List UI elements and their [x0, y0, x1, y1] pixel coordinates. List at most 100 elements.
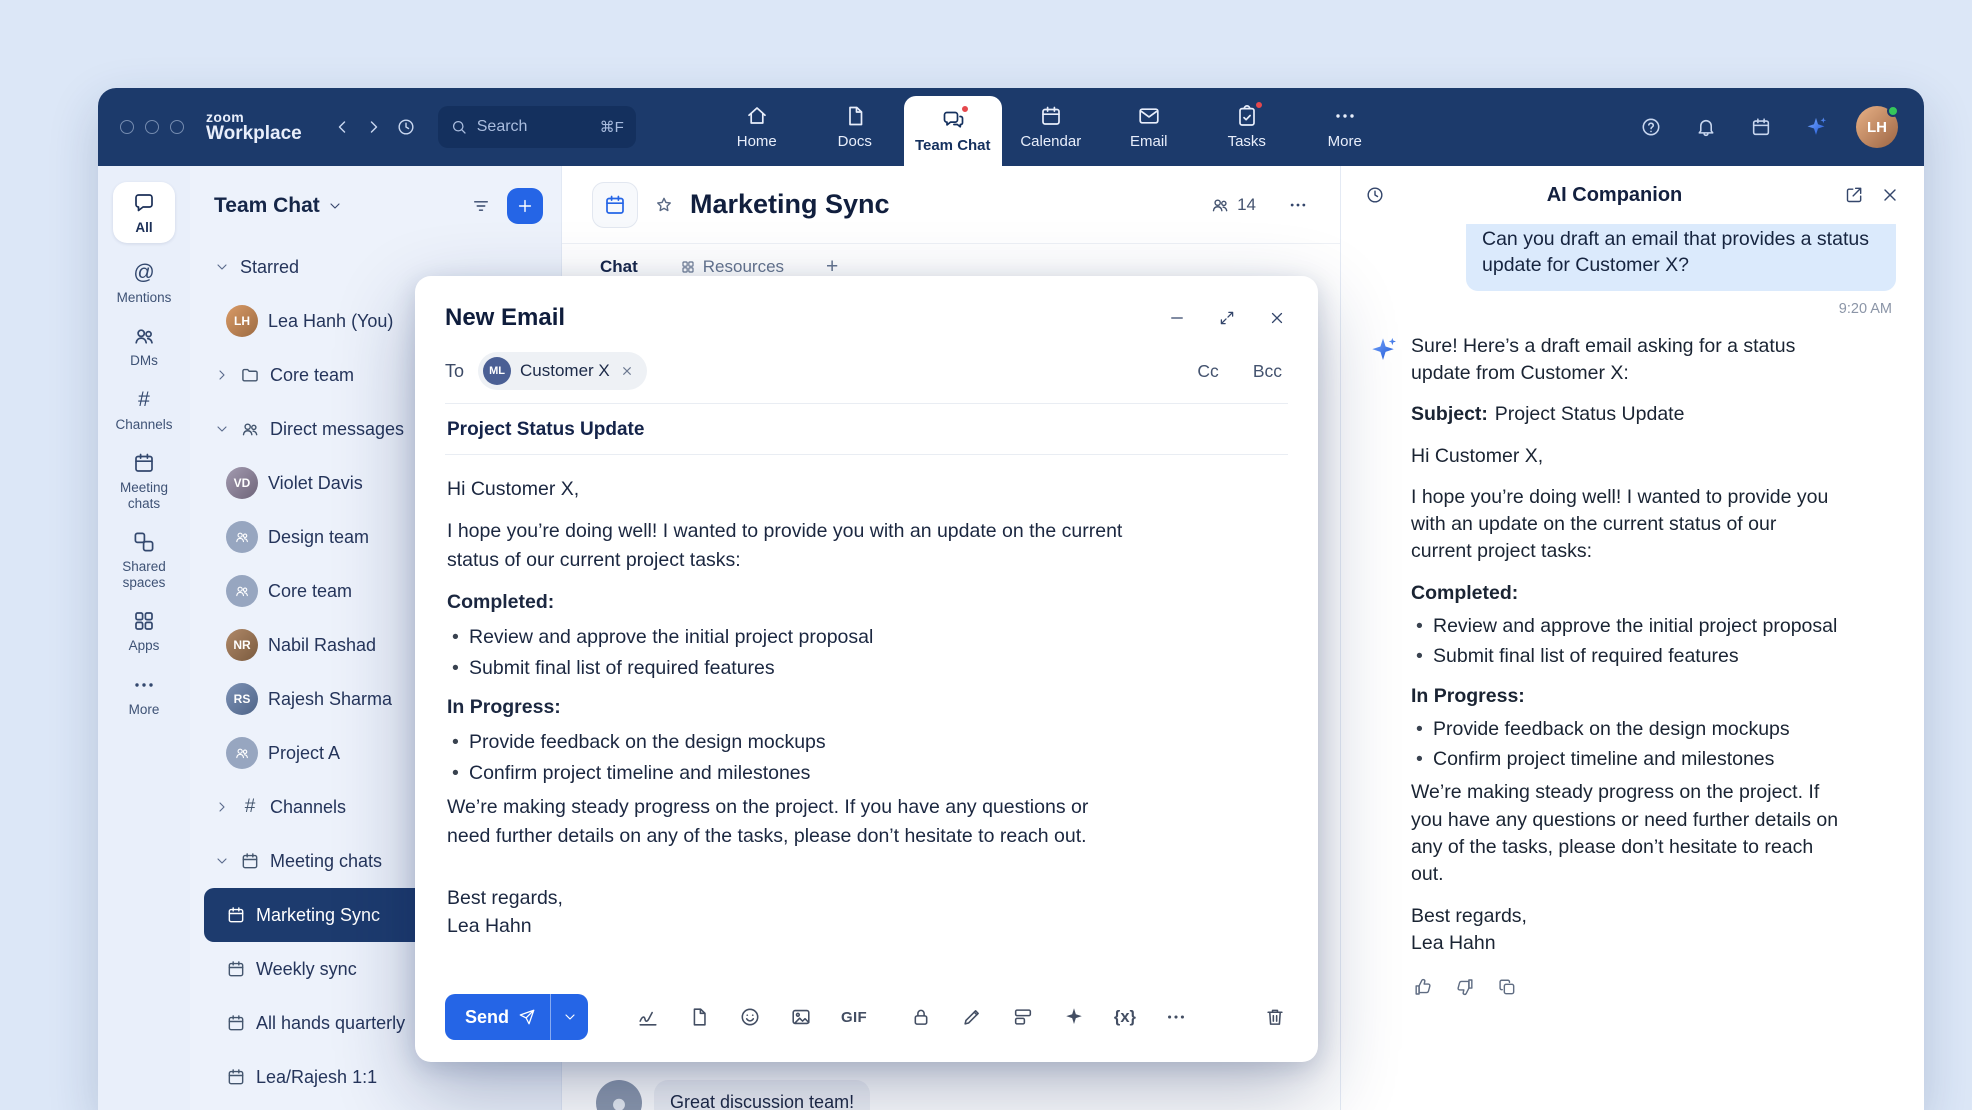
search-icon [450, 118, 468, 136]
recipient-chip[interactable]: ML Customer X [478, 352, 647, 390]
nav-tab-docs[interactable]: Docs [806, 88, 904, 166]
ai-history-button[interactable] [1363, 183, 1387, 207]
hash-icon: # [138, 388, 150, 412]
layout-button[interactable] [1010, 1004, 1036, 1030]
send-button[interactable]: Send [445, 994, 550, 1040]
new-chat-button[interactable] [507, 188, 543, 224]
copy-icon [1497, 977, 1517, 997]
ai-response: Sure! Here’s a draft email asking for a … [1369, 333, 1896, 1000]
resources-grid-icon [680, 259, 696, 275]
expand-modal-button[interactable] [1216, 307, 1238, 329]
rail-item-mentions[interactable]: @ Mentions [104, 260, 184, 307]
back-button[interactable] [328, 113, 356, 141]
ai-closing: We’re making steady progress on the proj… [1411, 779, 1839, 888]
ellipsis-icon [132, 673, 156, 697]
open-external-button[interactable] [1842, 183, 1866, 207]
members-button[interactable]: 14 [1204, 194, 1262, 216]
user-avatar[interactable]: LH [1856, 106, 1898, 148]
history-button[interactable] [392, 113, 420, 141]
at-sign-icon: @ [133, 261, 154, 285]
bullet-item: Submit final list of required features [447, 654, 1286, 682]
rail-item-meeting-chats[interactable]: Meeting chats [104, 450, 184, 512]
help-button[interactable] [1636, 112, 1666, 142]
email-in-progress-heading: In Progress: [447, 693, 1286, 721]
thumbs-down-icon [1455, 977, 1475, 997]
gif-button[interactable]: GIF [839, 1007, 869, 1028]
traffic-light-minimize[interactable] [145, 120, 159, 134]
ai-companion-toggle-button[interactable] [1801, 112, 1831, 142]
search-input[interactable]: Search ⌘F [438, 106, 636, 148]
rail-item-all[interactable]: All [113, 182, 175, 243]
variables-button[interactable]: {x} [1112, 1006, 1138, 1029]
template-button[interactable] [686, 1004, 712, 1030]
people-icon [240, 419, 260, 439]
traffic-light-close[interactable] [120, 120, 134, 134]
email-signature: Lea Hahn [447, 912, 1286, 940]
insert-image-button[interactable] [788, 1004, 814, 1030]
encrypt-button[interactable] [908, 1004, 934, 1030]
open-external-icon [1844, 185, 1864, 205]
copy-response-button[interactable] [1495, 975, 1519, 999]
ai-paragraph: I hope you’re doing well! I wanted to pr… [1411, 484, 1839, 566]
rail-item-dms[interactable]: DMs [104, 323, 184, 370]
chevron-down-icon[interactable] [327, 198, 343, 214]
send-icon [518, 1008, 536, 1026]
ai-companion-header: AI Companion [1341, 166, 1924, 224]
rail-item-channels[interactable]: # Channels [104, 387, 184, 434]
to-label: To [445, 361, 464, 382]
thumbs-down-button[interactable] [1453, 975, 1477, 999]
plus-icon [515, 196, 535, 216]
meeting-chat-icon [226, 959, 246, 979]
star-channel-button[interactable] [652, 193, 676, 217]
rail-item-shared-spaces[interactable]: Shared spaces [104, 529, 184, 591]
remove-recipient-icon[interactable] [619, 363, 635, 379]
calendar-shortcut-button[interactable] [1746, 112, 1776, 142]
document-icon [843, 104, 867, 128]
nav-tab-home[interactable]: Home [708, 88, 806, 166]
ai-compose-button[interactable] [1061, 1004, 1087, 1030]
rail-item-apps[interactable]: Apps [104, 608, 184, 655]
nav-tab-team-chat[interactable]: Team Chat [904, 96, 1002, 166]
ai-compose-sparkle-icon [1063, 1006, 1085, 1028]
chevron-down-icon [214, 259, 230, 275]
close-ai-panel-button[interactable] [1878, 183, 1902, 207]
search-placeholder: Search [477, 118, 528, 136]
envelope-icon [1137, 104, 1161, 128]
cc-button[interactable]: Cc [1191, 360, 1224, 383]
calendar-icon [603, 193, 627, 217]
ai-intro: Sure! Here’s a draft email asking for a … [1411, 333, 1839, 388]
subject-field[interactable]: Project Status Update [445, 404, 1288, 455]
bcc-button[interactable]: Bcc [1247, 360, 1288, 383]
zoom-workplace-logo: zoom Workplace [206, 110, 302, 144]
new-email-modal: New Email To ML Customer X Cc Bcc Projec… [415, 276, 1318, 1062]
thumbs-up-button[interactable] [1411, 975, 1435, 999]
edit-button[interactable] [959, 1004, 985, 1030]
ai-companion-title: AI Companion [1399, 184, 1830, 207]
tab-resources[interactable]: Resources [674, 256, 790, 278]
message-bubble[interactable]: Great discussion team! [654, 1080, 870, 1110]
traffic-light-zoom[interactable] [170, 120, 184, 134]
ellipsis-icon [1288, 195, 1308, 215]
emoji-button[interactable] [737, 1004, 763, 1030]
channel-avatar [592, 182, 638, 228]
compose-more-button[interactable] [1163, 1004, 1189, 1030]
send-options-button[interactable] [550, 994, 588, 1040]
email-body-editor[interactable]: Hi Customer X, I hope you’re doing well!… [445, 455, 1288, 978]
nav-tab-more[interactable]: More [1296, 88, 1394, 166]
nav-tab-email[interactable]: Email [1100, 88, 1198, 166]
close-modal-button[interactable] [1266, 307, 1288, 329]
delete-draft-button[interactable] [1262, 1004, 1288, 1030]
minimize-modal-button[interactable] [1166, 307, 1188, 329]
signature-button[interactable] [635, 1004, 661, 1030]
channel-more-button[interactable] [1286, 193, 1310, 217]
chevron-right-icon [214, 799, 230, 815]
people-icon [234, 529, 250, 545]
filter-button[interactable] [469, 194, 493, 218]
notifications-button[interactable] [1691, 112, 1721, 142]
forward-button[interactable] [360, 113, 388, 141]
rail-item-more[interactable]: More [104, 672, 184, 719]
tab-chat[interactable]: Chat [594, 256, 644, 278]
nav-tab-calendar[interactable]: Calendar [1002, 88, 1100, 166]
nav-tab-tasks[interactable]: Tasks [1198, 88, 1296, 166]
recipient-row[interactable]: To ML Customer X Cc Bcc [445, 352, 1288, 404]
